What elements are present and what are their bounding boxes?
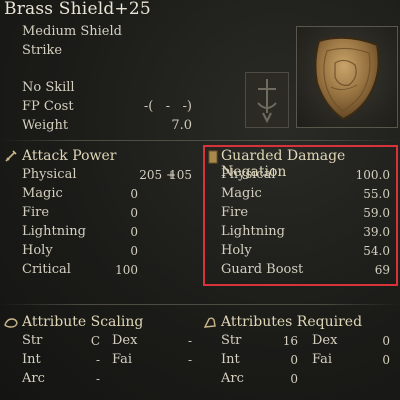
- weight-label: Weight: [22, 118, 69, 133]
- fp-cost-value: -( - -): [143, 99, 192, 114]
- scaling-str-label: Str: [22, 333, 43, 348]
- req-int-label: Int: [221, 352, 240, 367]
- ap-lightning-label: Lightning: [22, 224, 86, 239]
- scaling-fai-value: -: [187, 353, 192, 367]
- gd-lightning-value: 39.0: [363, 225, 390, 239]
- fp-cost-label: FP Cost: [22, 99, 74, 114]
- gd-guard-boost-value: 69: [374, 263, 390, 277]
- gd-magic-label: Magic: [221, 186, 262, 201]
- req-arc-value: 0: [290, 372, 298, 386]
- gd-physical-value: 100.0: [355, 168, 390, 182]
- req-dex-label: Dex: [312, 333, 338, 348]
- ap-physical-label: Physical: [22, 167, 77, 182]
- gd-holy-value: 54.0: [363, 244, 390, 258]
- gd-physical-label: Physical: [221, 167, 276, 182]
- ap-lightning-value: 0: [130, 225, 138, 239]
- scaling-int-label: Int: [22, 352, 41, 367]
- shield-badge-icon: [208, 150, 218, 168]
- scaling-str-value: C: [90, 334, 100, 348]
- weapon-type: Medium Shield: [22, 24, 122, 39]
- gd-fire-label: Fire: [221, 205, 249, 220]
- mid-divider: [0, 304, 400, 305]
- gd-guard-boost-label: Guard Boost: [221, 262, 304, 277]
- attributes-required-title: Attributes Required: [221, 314, 363, 330]
- ap-holy-value: 0: [130, 244, 138, 258]
- sword-icon: [4, 149, 18, 167]
- scaling-dex-label: Dex: [112, 333, 138, 348]
- gd-fire-value: 59.0: [363, 206, 390, 220]
- req-fai-value: 0: [382, 353, 390, 367]
- gd-magic-value: 55.0: [363, 187, 390, 201]
- scaling-fai-label: Fai: [112, 352, 133, 367]
- ap-magic-label: Magic: [22, 186, 63, 201]
- ap-fire-value: 0: [130, 206, 138, 220]
- ap-physical-extra: 105: [169, 168, 192, 182]
- scaling-dex-value: -: [187, 334, 192, 348]
- req-str-value: 16: [282, 334, 298, 348]
- scaling-hand-icon: [4, 316, 18, 333]
- req-arc-label: Arc: [221, 371, 244, 386]
- header-divider: [0, 140, 400, 141]
- req-dex-value: 0: [382, 334, 390, 348]
- item-name: Brass Shield+25: [4, 0, 151, 19]
- requirements-hand-icon: [203, 316, 217, 333]
- ap-critical-value: 100: [115, 263, 138, 277]
- weight-value: 7.0: [171, 118, 192, 133]
- shield-thumbnail: [296, 26, 398, 128]
- scaling-int-value: -: [95, 353, 100, 367]
- attack-power-title: Attack Power: [22, 148, 117, 164]
- gd-holy-label: Holy: [221, 243, 252, 258]
- ap-magic-value: 0: [130, 187, 138, 201]
- scaling-arc-value: -: [95, 372, 100, 386]
- ap-holy-label: Holy: [22, 243, 53, 258]
- attribute-scaling-title: Attribute Scaling: [22, 314, 144, 330]
- ap-critical-label: Critical: [22, 262, 71, 277]
- ap-fire-label: Fire: [22, 205, 50, 220]
- req-fai-label: Fai: [312, 352, 333, 367]
- sword-slot-icon: [245, 72, 289, 128]
- gd-lightning-label: Lightning: [221, 224, 285, 239]
- scaling-arc-label: Arc: [22, 371, 45, 386]
- req-int-value: 0: [290, 353, 298, 367]
- damage-type: Strike: [22, 43, 63, 58]
- req-str-label: Str: [221, 333, 242, 348]
- skill-name: No Skill: [22, 80, 75, 95]
